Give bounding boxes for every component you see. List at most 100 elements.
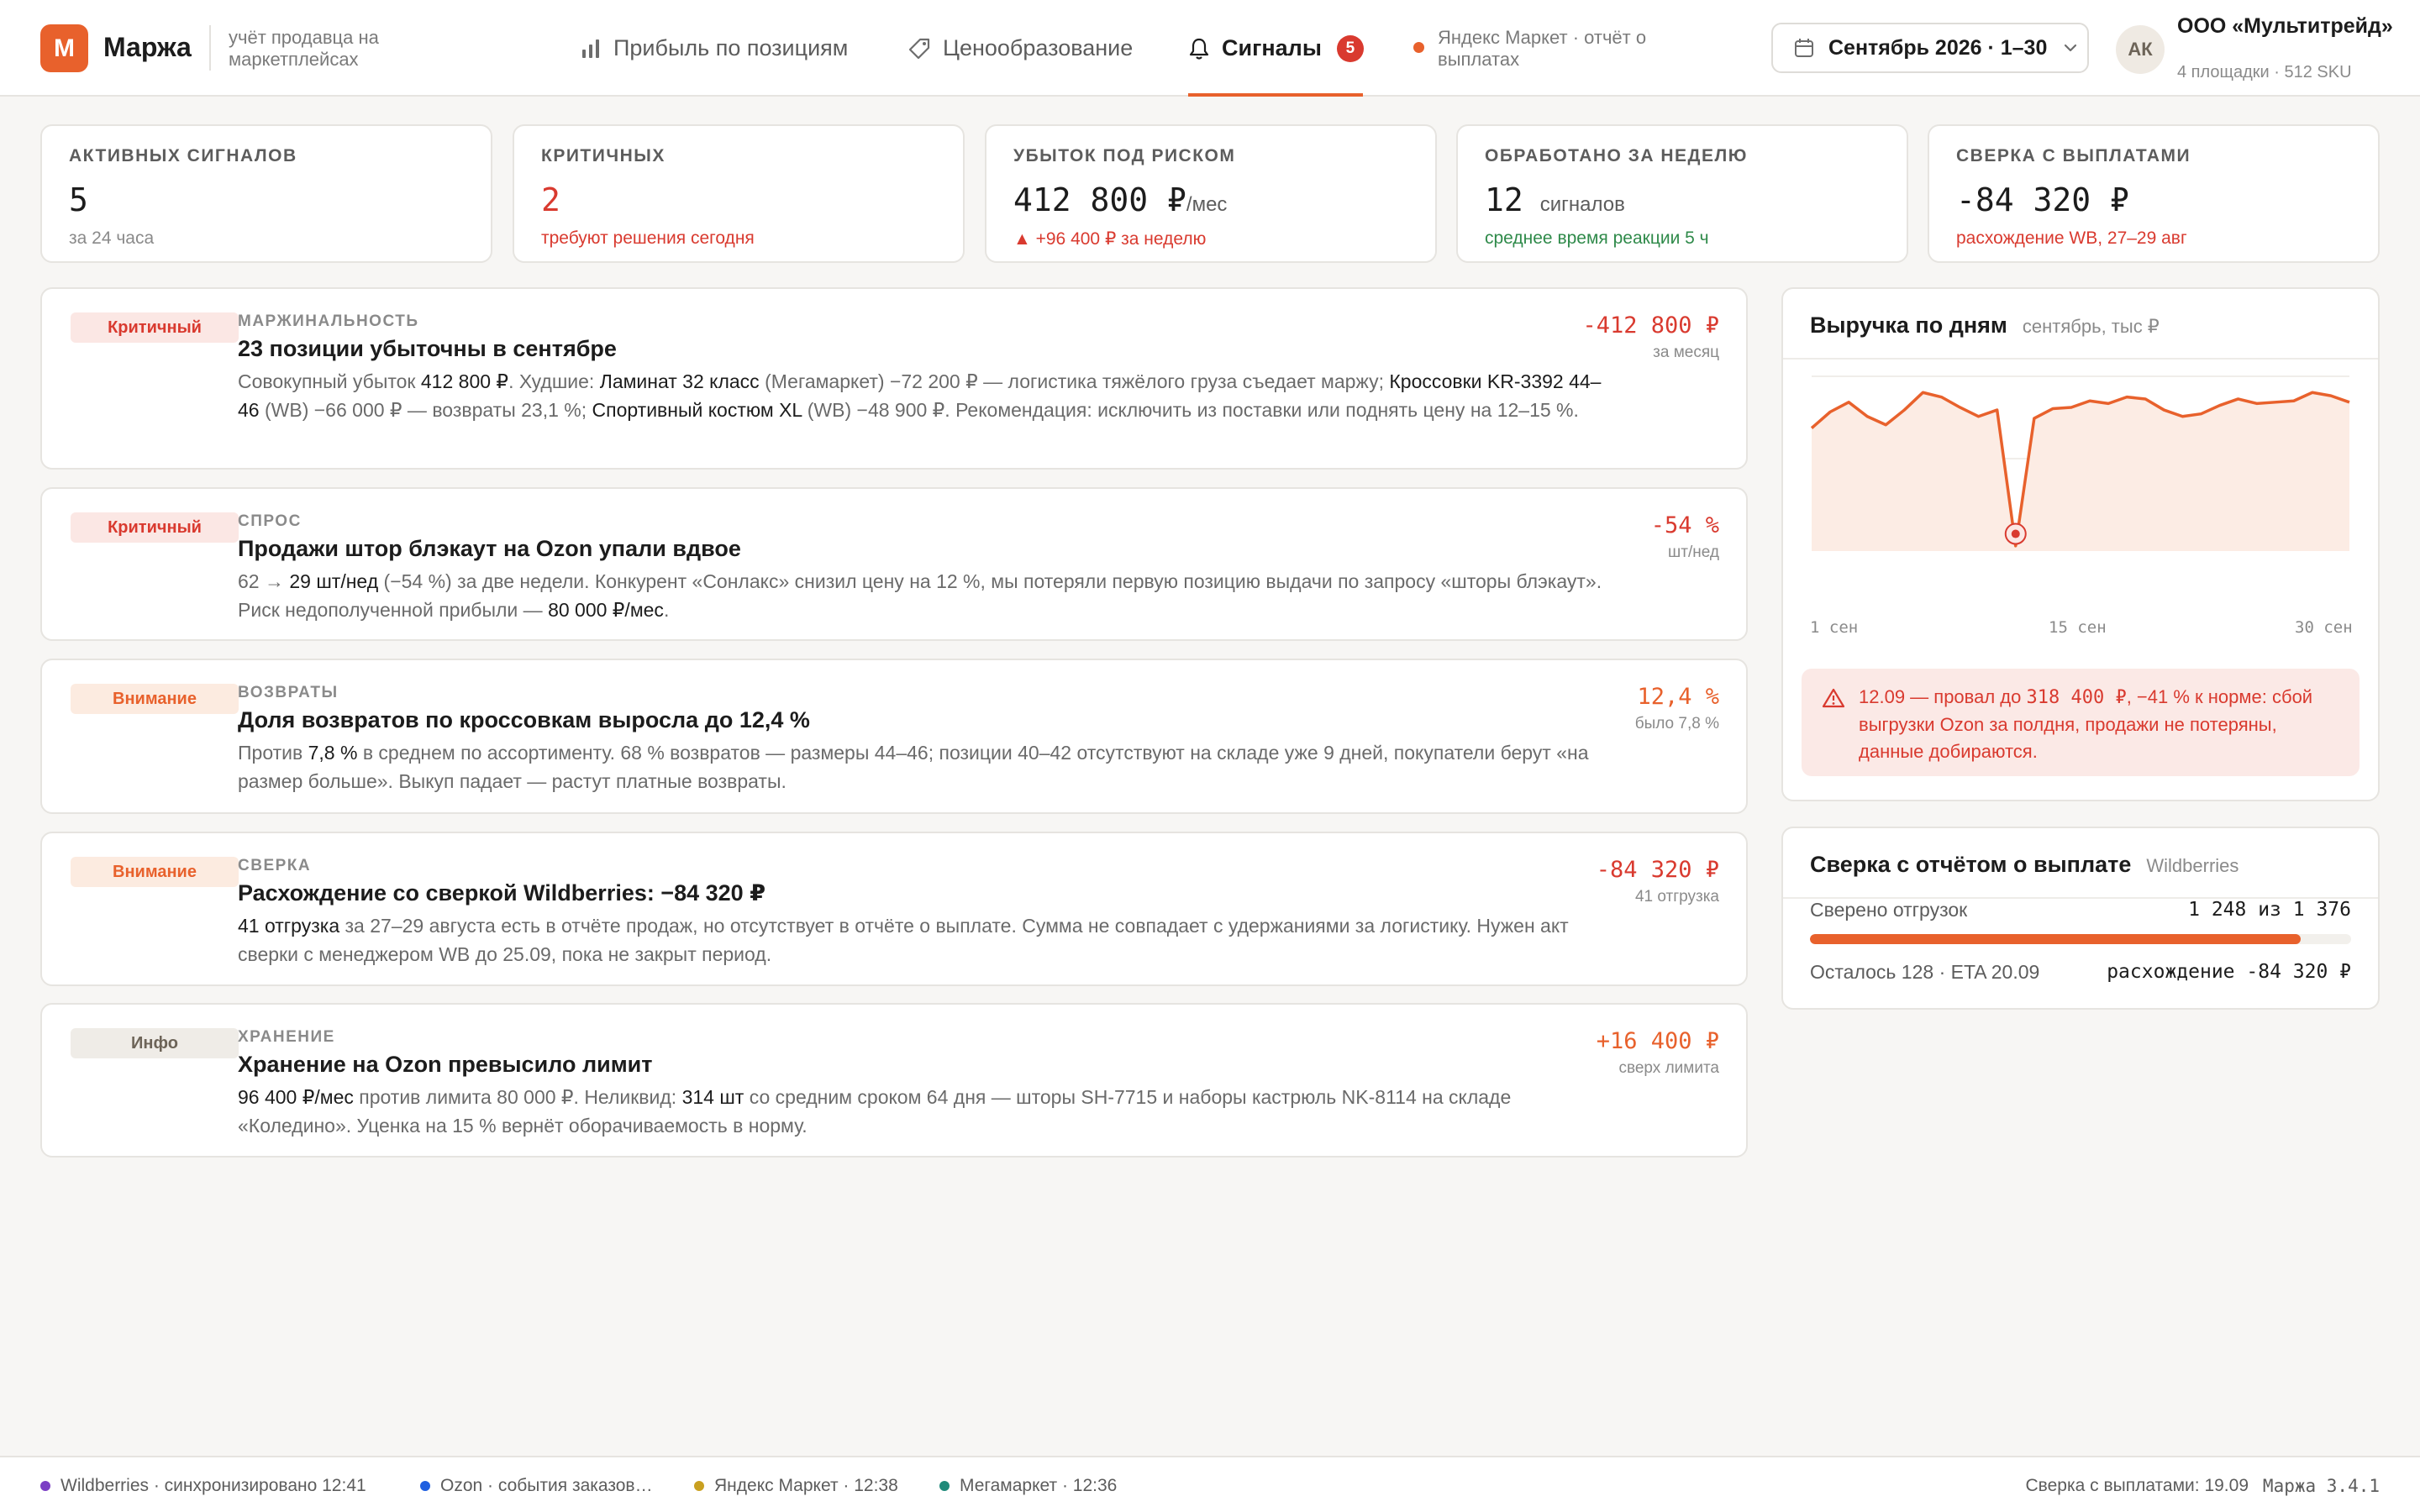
revenue-dip-alert: 12.09 — провал до 318 400 ₽, −41 % к нор… [1802, 669, 2360, 776]
signal-body: Маржинальность 23 позиции убыточны в сен… [238, 312, 1616, 424]
signal-title: Хранение на Ozon превысило лимит [238, 1052, 653, 1077]
source-status-wildberries[interactable]: Wildberries · синхронизировано 12:41 [40, 1476, 366, 1496]
status-dot [40, 1481, 50, 1491]
revenue-chart[interactable] [1783, 360, 2378, 612]
kpi-label: Обработано за неделю [1485, 146, 1748, 165]
source-status-ozon[interactable]: Ozon · события заказов… [420, 1476, 653, 1496]
tab-profit[interactable]: Прибыль по позициям [580, 0, 848, 97]
source-status-yandex[interactable]: Яндекс Маркет · 12:38 [694, 1476, 898, 1496]
active-tab-indicator [1188, 93, 1363, 97]
kpi-value: -84 320 ₽ [1956, 181, 2129, 218]
signal-metric-caption: сверх лимита [1618, 1059, 1719, 1077]
severity-badge: Внимание [71, 857, 239, 887]
kpi-value-unit: /мес [1186, 193, 1228, 216]
severity-badge: Инфо [71, 1028, 239, 1058]
tab-pricing-label: Ценообразование [943, 35, 1134, 60]
source-label: Яндекс Маркет · 12:38 [714, 1476, 898, 1495]
severity-badge: Критичный [71, 312, 239, 343]
tab-signals[interactable]: Сигналы 5 [1188, 0, 1364, 97]
signal-metric: -412 800 ₽ за месяц [1582, 312, 1719, 362]
brand-divider [209, 25, 211, 71]
signal-body: Спрос Продажи штор блэкаут на Ozon упали… [238, 512, 1616, 624]
signal-description: Совокупный убыток 412 800 ₽. Худшие: Лам… [238, 370, 1602, 421]
kpi-value: 12 сигналов [1485, 181, 1880, 218]
chart-area [1812, 392, 2349, 551]
kpi-active-signals: Активных сигналов 5 за 24 часа [40, 124, 492, 263]
recon-progress-fill [1810, 934, 2302, 944]
signal-body: Хранение Хранение на Ozon превысило лими… [238, 1028, 1616, 1140]
signal-metric-caption: шт/нед [1668, 543, 1719, 561]
signal-metric: -54 % шт/нед [1651, 512, 1719, 562]
signal-category: Хранение [238, 1028, 335, 1046]
source-status-megamarket[interactable]: Мегамаркет · 12:36 [939, 1476, 1117, 1496]
recon-panel: Сверка с отчётом о выплате Wildberries Св… [1781, 827, 2380, 1010]
source-label: Ozon · события заказов… [440, 1476, 653, 1495]
recon-checked-label: Сверено отгрузок [1810, 899, 1968, 921]
kpi-sub: за 24 часа [69, 228, 155, 248]
signal-card[interactable]: Внимание Сверка Расхождение со сверкой W… [40, 832, 1748, 986]
signal-metric-value: -412 800 ₽ [1582, 312, 1719, 339]
kpi-label: Активных сигналов [69, 146, 297, 165]
signal-card[interactable]: Инфо Хранение Хранение на Ozon превысило… [40, 1003, 1748, 1158]
x-tick-label: 30 сен [2295, 618, 2353, 637]
kpi-sub: расхождение WB, 27–29 авг [1956, 228, 2187, 248]
signals-count-badge: 5 [1336, 34, 1364, 62]
x-tick-label: 15 сен [2049, 618, 2107, 637]
signal-category: Возвраты [238, 684, 339, 701]
signal-category: Сверка [238, 857, 312, 874]
warning-icon [1822, 687, 1845, 717]
kpi-critical: Критичных 2 требуют решения сегодня [513, 124, 965, 263]
signal-metric: +16 400 ₽ сверх лимита [1597, 1028, 1719, 1078]
source-label: Wildberries · синхронизировано 12:41 [60, 1476, 366, 1495]
bell-icon [1188, 37, 1210, 60]
recon-remaining: Осталось 128 · ETA 20.09 [1810, 961, 2040, 983]
signal-metric-caption: было 7,8 % [1634, 715, 1719, 732]
status-footer: Wildberries · синхронизировано 12:41 Ozo… [0, 1456, 2420, 1512]
signal-category: Маржинальность [238, 312, 419, 330]
recon-checked-row: Сверено отгрузок 1 248 из 1 376 [1810, 899, 2351, 921]
kpi-loss-at-risk: Убыток под риском 412 800 ₽/мес ▲ +96 40… [985, 124, 1437, 263]
alert-value: 318 400 ₽ [2026, 687, 2127, 708]
revenue-panel-title: Выручка по дням сентябрь, тыс ₽ [1810, 312, 2160, 339]
kpi-value: 2 [541, 181, 560, 218]
recon-panel-title: Сверка с отчётом о выплате Wildberries [1810, 852, 2238, 878]
status-dot [694, 1481, 704, 1491]
status-dot [939, 1481, 950, 1491]
signal-card[interactable]: Критичный Спрос Продажи штор блэкаут на … [40, 487, 1748, 641]
recon-source: Wildberries [2146, 855, 2239, 876]
signal-metric-value: -84 320 ₽ [1596, 857, 1719, 883]
avatar[interactable]: АК [2116, 25, 2165, 74]
x-tick-label: 1 сен [1810, 618, 1859, 637]
chart-highlight-point [2011, 529, 2020, 538]
signal-title: Продажи штор блэкаут на Ozon упали вдвое [238, 536, 741, 561]
revenue-title: Выручка по дням [1810, 312, 2007, 338]
recon-remaining-row: Осталось 128 · ETA 20.09 расхождение -84… [1810, 961, 2351, 984]
kpi-processed-week: Обработано за неделю 12 сигналов среднее … [1456, 124, 1908, 263]
period-picker[interactable]: Сентябрь 2026 · 1–30 [1771, 23, 2089, 73]
signal-metric-value: +16 400 ₽ [1596, 1028, 1719, 1054]
signal-metric: 12,4 % было 7,8 % [1635, 684, 1719, 733]
recon-date: Сверка с выплатами: 19.09 [2025, 1476, 2249, 1495]
signal-card[interactable]: Критичный Маржинальность 23 позиции убыт… [40, 287, 1748, 470]
kpi-value-number: 412 800 ₽ [1013, 181, 1186, 218]
recon-diff: расхождение -84 320 ₽ [2107, 961, 2351, 983]
kpi-value: 412 800 ₽/мес [1013, 181, 1408, 218]
kpi-sub: ▲ +96 400 ₽ за неделю [1013, 229, 1207, 249]
signal-body: Возвраты Доля возвратов по кроссовкам вы… [238, 684, 1616, 795]
app-logo[interactable]: М [40, 24, 88, 72]
kpi-payout-recon: Сверка с выплатами -84 320 ₽ расхождение… [1928, 124, 2380, 263]
kpi-label: Сверка с выплатами [1956, 146, 2191, 165]
kpi-sub: требуют решения сегодня [541, 228, 755, 248]
tab-profit-label: Прибыль по позициям [613, 35, 849, 60]
org-name[interactable]: ООО «Мультитрейд» [2177, 13, 2396, 39]
signal-title: Доля возвратов по кроссовкам выросла до … [238, 707, 810, 732]
signal-title: Расхождение со сверкой Wildberries: −84 … [238, 880, 765, 906]
signal-description: Против 7,8 % в среднем по ассортименту. … [238, 742, 1589, 792]
top-header: М Маржа учёт продавца на маркетплейсах П… [0, 0, 2420, 97]
app-name: Маржа [103, 32, 192, 62]
revenue-panel: Выручка по дням сентябрь, тыс ₽ 1 сен 15 … [1781, 287, 2380, 801]
signal-card[interactable]: Внимание Возвраты Доля возвратов по крос… [40, 659, 1748, 814]
tab-pricing[interactable]: Ценообразование [908, 0, 1133, 97]
yandex-market-note[interactable]: Яндекс Маркет · отчёт о выплатах [1414, 27, 1666, 71]
severity-badge: Внимание [71, 684, 239, 714]
